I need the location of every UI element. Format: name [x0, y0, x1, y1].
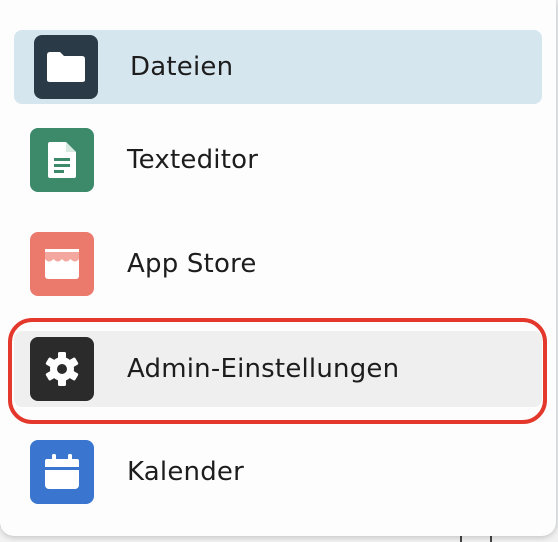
document-icon [30, 128, 94, 192]
menu-item-texteditor[interactable]: Texteditor [14, 123, 542, 197]
app-menu: Dateien Texteditor App Store Admin-Einst… [0, 0, 556, 536]
gear-icon [30, 337, 94, 401]
menu-item-kalender[interactable]: Kalender [14, 435, 542, 509]
menu-item-dateien[interactable]: Dateien [14, 30, 542, 104]
menu-item-label: Admin-Einstellungen [127, 354, 400, 384]
menu-item-app-store[interactable]: App Store [14, 227, 542, 301]
calendar-icon [30, 440, 94, 504]
store-icon [30, 232, 94, 296]
folder-icon [34, 35, 98, 99]
menu-item-label: Dateien [130, 52, 234, 82]
menu-item-label: App Store [127, 249, 257, 279]
menu-item-admin-einstellungen[interactable]: Admin-Einstellungen [14, 331, 542, 407]
menu-item-label: Texteditor [127, 145, 259, 175]
menu-item-label: Kalender [127, 457, 245, 487]
